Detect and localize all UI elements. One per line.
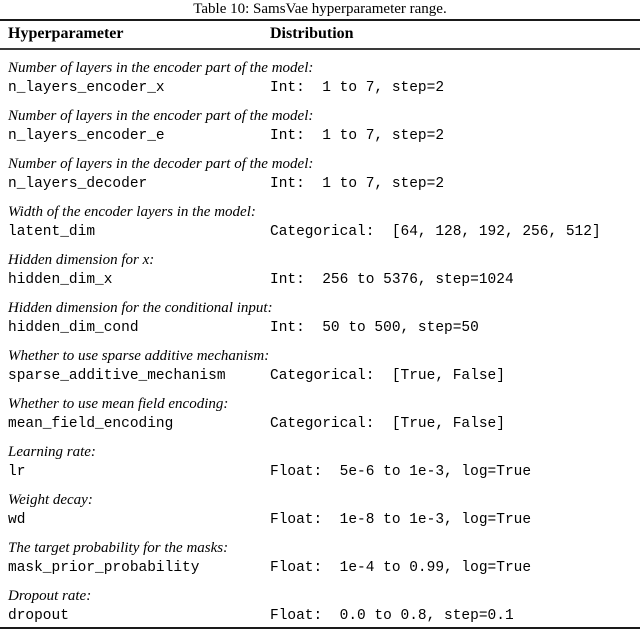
hyperparameter-value-row: hidden_dim_x Int: 256 to 5376, step=1024 xyxy=(0,270,640,291)
table-page: Table 10: SamsVae hyperparameter range. … xyxy=(0,0,640,632)
hyperparameter-distribution: Float: 1e-8 to 1e-3, log=True xyxy=(270,512,532,528)
hyperparameter-distribution: Float: 1e-4 to 0.99, log=True xyxy=(270,560,532,576)
table-row: Number of layers in the encoder part of … xyxy=(0,54,640,99)
hyperparameter-name: n_layers_encoder_e xyxy=(8,128,165,144)
table-caption: Table 10: SamsVae hyperparameter range. xyxy=(193,1,447,17)
hyperparameter-description: Width of the encoder layers in the model… xyxy=(8,204,256,220)
hyperparameter-value-row: mask_prior_probability Float: 1e-4 to 0.9… xyxy=(0,558,640,579)
table-body: Number of layers in the encoder part of … xyxy=(0,50,640,627)
hyperparameter-value-row: n_layers_encoder_x Int: 1 to 7, step=2 xyxy=(0,78,640,99)
hyperparameter-description: The target probability for the masks: xyxy=(8,540,229,556)
hyperparameter-name: dropout xyxy=(8,608,69,624)
hyperparameter-description: Hidden dimension for x: xyxy=(8,252,155,268)
hyperparameter-name: sparse_additive_mechanism xyxy=(8,368,226,384)
hyperparameter-description: Whether to use sparse additive mechanism… xyxy=(8,348,270,364)
hyperparameter-description: Number of layers in the encoder part of … xyxy=(8,60,314,76)
hyperparameter-name: mask_prior_probability xyxy=(8,560,200,576)
hyperparameter-value-row: n_layers_decoder Int: 1 to 7, step=2 xyxy=(0,174,640,195)
hyperparameter-description: Dropout rate: xyxy=(8,588,92,604)
hyperparameter-name: mean_field_encoding xyxy=(8,416,174,432)
table-row: Dropout rate: dropout Float: 0.0 to 0.8, s… xyxy=(0,579,640,627)
hyperparameter-value-row: latent_dim Categorical: [64, 128, 192, 25… xyxy=(0,222,640,243)
hyperparameter-description: Whether to use mean field encoding: xyxy=(8,396,229,412)
hyperparameter-value-row: wd Float: 1e-8 to 1e-3, log=True xyxy=(0,510,640,531)
hyperparameter-value-row: lr Float: 5e-6 to 1e-3, log=True xyxy=(0,462,640,483)
hyperparameter-distribution: Int: 1 to 7, step=2 xyxy=(270,128,445,144)
table-row: Width of the encoder layers in the model… xyxy=(0,195,640,243)
hyperparameter-distribution: Int: 50 to 500, step=50 xyxy=(270,320,479,336)
hyperparameter-name: hidden_dim_x xyxy=(8,272,113,288)
hyperparameter-distribution: Int: 256 to 5376, step=1024 xyxy=(270,272,514,288)
hyperparameter-name: latent_dim xyxy=(8,224,96,240)
hyperparameter-distribution: Float: 0.0 to 0.8, step=0.1 xyxy=(270,608,514,624)
table-row: Number of layers in the decoder part of … xyxy=(0,147,640,195)
hyperparameter-description: Number of layers in the decoder part of … xyxy=(8,156,314,172)
table-row: Number of layers in the encoder part of … xyxy=(0,99,640,147)
column-header-hyperparameter: Hyperparameter xyxy=(8,25,124,42)
column-header-distribution: Distribution xyxy=(270,25,354,42)
hyperparameter-description: Hidden dimension for the conditional inp… xyxy=(8,300,273,316)
table-header-row: Hyperparameter Distribution xyxy=(0,21,640,48)
hyperparameter-distribution: Categorical: [64, 128, 192, 256, 512] xyxy=(270,224,601,240)
hyperparameter-description: Number of layers in the encoder part of … xyxy=(8,108,314,124)
hyperparameter-value-row: mean_field_encoding Categorical: [True, F… xyxy=(0,414,640,435)
hyperparameter-name: wd xyxy=(8,512,26,528)
table-row: Whether to use sparse additive mechanism… xyxy=(0,339,640,387)
hyperparameter-distribution: Float: 5e-6 to 1e-3, log=True xyxy=(270,464,532,480)
hyperparameter-distribution: Int: 1 to 7, step=2 xyxy=(270,80,445,96)
hyperparameter-name: n_layers_decoder xyxy=(8,176,148,192)
hyperparameter-description: Weight decay: xyxy=(8,492,93,508)
table-row: Hidden dimension for x: hidden_dim_x Int: … xyxy=(0,243,640,291)
hyperparameter-value-row: hidden_dim_cond Int: 50 to 500, step=50 xyxy=(0,318,640,339)
hyperparameter-name: n_layers_encoder_x xyxy=(8,80,165,96)
table-row: Weight decay: wd Float: 1e-8 to 1e-3, log=… xyxy=(0,483,640,531)
hyperparameter-value-row: dropout Float: 0.0 to 0.8, step=0.1 xyxy=(0,606,640,627)
hyperparameter-value-row: sparse_additive_mechanism Categorical: [T… xyxy=(0,366,640,387)
hyperparameter-distribution: Categorical: [True, False] xyxy=(270,368,505,384)
hyperparameter-description: Learning rate: xyxy=(8,444,96,460)
hyperparameter-value-row: n_layers_encoder_e Int: 1 to 7, step=2 xyxy=(0,126,640,147)
table-row: Hidden dimension for the conditional inp… xyxy=(0,291,640,339)
table-bottom-rule xyxy=(0,627,640,629)
hyperparameter-name: lr xyxy=(8,464,26,480)
hyperparameter-distribution: Int: 1 to 7, step=2 xyxy=(270,176,445,192)
hyperparameter-distribution: Categorical: [True, False] xyxy=(270,416,505,432)
table-row: Learning rate: lr Float: 5e-6 to 1e-3, log… xyxy=(0,435,640,483)
hyperparameter-name: hidden_dim_cond xyxy=(8,320,139,336)
table-row: Whether to use mean field encoding: mean_… xyxy=(0,387,640,435)
table-row: The target probability for the masks: mas… xyxy=(0,531,640,579)
